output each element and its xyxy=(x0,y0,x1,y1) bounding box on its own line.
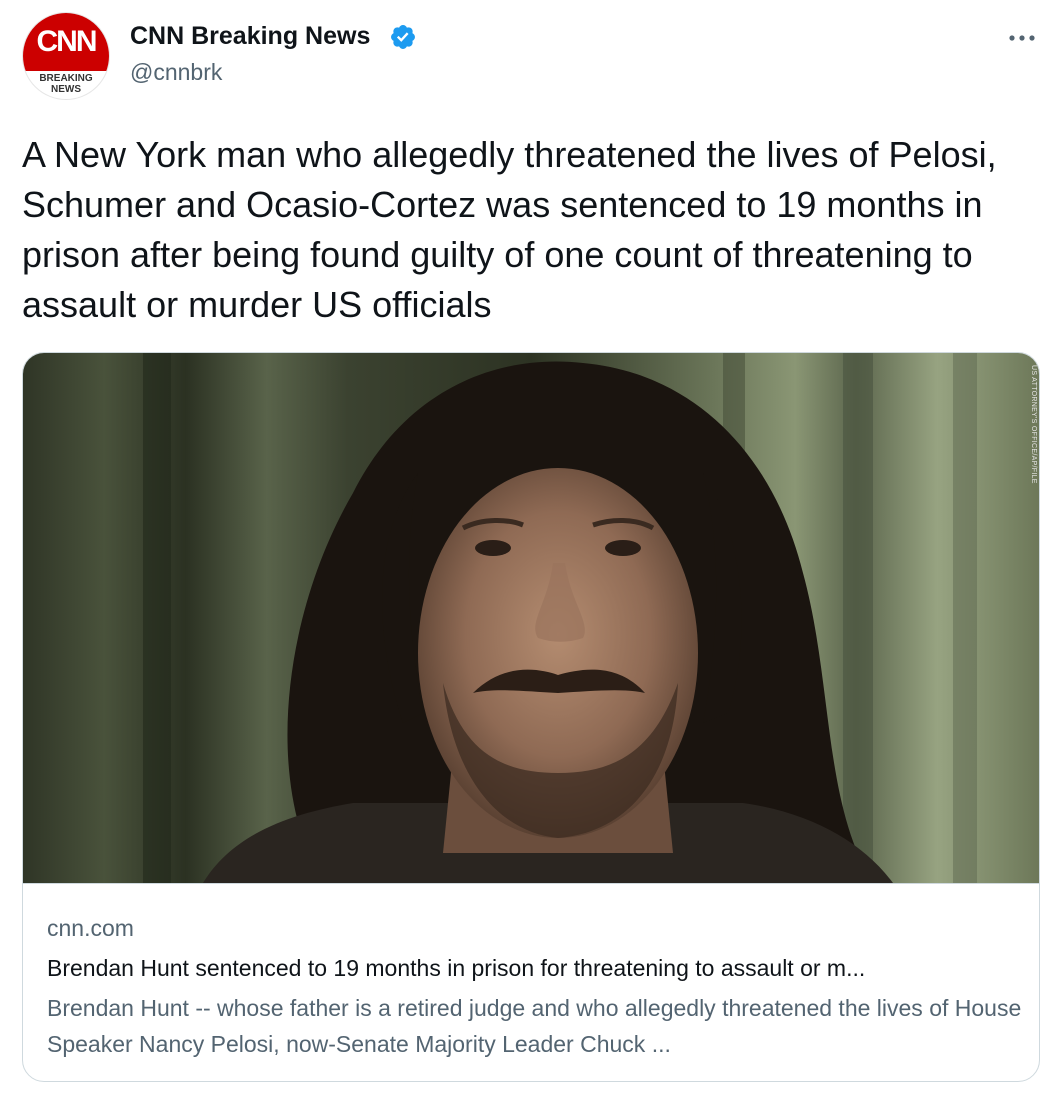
card-description: Brendan Hunt -- whose father is a retire… xyxy=(47,995,1022,1057)
avatar[interactable]: CNN BREAKING NEWS xyxy=(22,12,110,100)
author-display-name[interactable]: CNN Breaking News xyxy=(130,20,370,52)
link-preview-card[interactable]: US ATTORNEY'S OFFICE/AP/FILE cnn.com Bre… xyxy=(22,352,1040,1082)
image-credit: US ATTORNEY'S OFFICE/AP/FILE xyxy=(1030,365,1037,484)
card-title: Brendan Hunt sentenced to 19 months in p… xyxy=(47,955,866,981)
cnn-logo: CNN xyxy=(36,25,98,58)
card-domain: cnn.com xyxy=(47,915,134,941)
more-horizontal-icon[interactable] xyxy=(1004,24,1040,52)
avatar-subtitle: BREAKING NEWS xyxy=(39,73,93,95)
author-handle[interactable]: @cnnbrk xyxy=(130,57,222,87)
card-photo: US ATTORNEY'S OFFICE/AP/FILE xyxy=(23,353,1039,884)
verified-badge-icon xyxy=(391,25,415,49)
tweet-text: A New York man who allegedly threatened … xyxy=(22,134,997,325)
tweet: CNN BREAKING NEWS CNN Breaking News @cnn… xyxy=(0,0,1060,1106)
